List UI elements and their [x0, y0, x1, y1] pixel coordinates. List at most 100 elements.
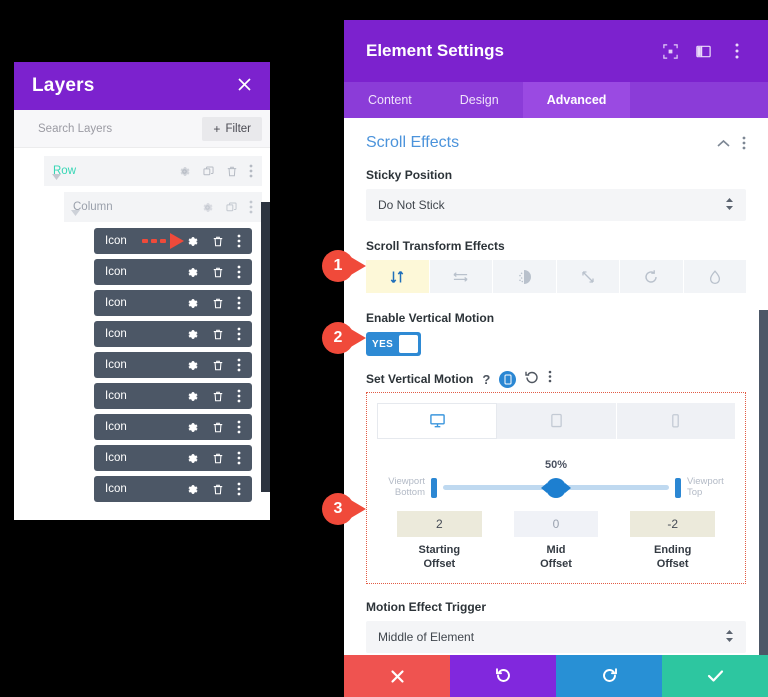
trash-icon[interactable]: [212, 266, 224, 279]
offset-value[interactable]: -2: [630, 510, 716, 537]
tab-content[interactable]: Content: [344, 82, 436, 118]
gear-icon[interactable]: [186, 390, 199, 403]
reset-icon[interactable]: [525, 371, 539, 387]
motion-effect-trigger-label: Motion Effect Trigger: [366, 600, 486, 615]
help-icon[interactable]: ?: [482, 372, 490, 387]
blur-icon[interactable]: [683, 260, 746, 293]
vertical-motion-icon[interactable]: [366, 260, 430, 293]
trash-icon[interactable]: [212, 452, 224, 465]
tab-design[interactable]: Design: [436, 82, 523, 118]
desktop-icon[interactable]: [377, 403, 498, 439]
slider-track[interactable]: [443, 477, 669, 498]
slider-handle[interactable]: [541, 477, 571, 498]
layer-item[interactable]: Icon: [94, 228, 252, 254]
settings-action-bar: [344, 655, 768, 697]
more-vertical-icon[interactable]: [249, 200, 253, 214]
close-icon[interactable]: [237, 77, 252, 95]
enable-vertical-motion-toggle[interactable]: YES: [366, 332, 421, 356]
more-vertical-icon[interactable]: [237, 327, 241, 341]
layer-item[interactable]: Icon: [94, 476, 252, 502]
trash-icon[interactable]: [212, 390, 224, 403]
horizontal-motion-icon[interactable]: [429, 260, 493, 293]
gear-icon[interactable]: [201, 201, 214, 214]
more-vertical-icon[interactable]: [237, 358, 241, 372]
trash-icon[interactable]: [212, 235, 224, 248]
tree-row-row[interactable]: Row: [44, 156, 262, 186]
offset-caption: Ending Offset: [654, 543, 692, 571]
gear-icon[interactable]: [186, 266, 199, 279]
layer-item-label: Icon: [105, 452, 127, 464]
save-button[interactable]: [662, 655, 768, 697]
scroll-transform-effects-row: [366, 260, 746, 293]
layer-item[interactable]: Icon: [94, 445, 252, 471]
annotation-arrow: [142, 233, 184, 249]
slider-thumb[interactable]: [546, 477, 566, 498]
more-vertical-icon[interactable]: [237, 451, 241, 465]
duplicate-icon[interactable]: [202, 165, 215, 178]
gear-icon[interactable]: [178, 165, 191, 178]
ending-offset-field[interactable]: -2 Ending Offset: [614, 510, 731, 572]
sticky-position-select[interactable]: Do Not Stick: [366, 189, 746, 221]
chevron-up-icon[interactable]: [717, 139, 730, 148]
offset-value[interactable]: 2: [397, 510, 482, 537]
settings-scrollbar[interactable]: [759, 310, 768, 660]
layer-item[interactable]: Icon: [94, 414, 252, 440]
fade-in-out-icon[interactable]: [493, 260, 557, 293]
starting-offset-field[interactable]: 2 Starting Offset: [381, 510, 498, 572]
more-vertical-icon[interactable]: [742, 136, 746, 150]
duplicate-icon[interactable]: [225, 201, 238, 214]
callout-pointer: [344, 325, 366, 351]
filter-button[interactable]: + Filter: [202, 116, 262, 141]
offset-value[interactable]: 0: [513, 510, 599, 537]
gear-icon[interactable]: [186, 421, 199, 434]
gear-icon[interactable]: [186, 328, 199, 341]
slider-track-row: Viewport Bottom Viewport Top: [381, 476, 731, 499]
panel-layout-icon[interactable]: [694, 42, 713, 61]
trash-icon[interactable]: [226, 165, 238, 178]
cancel-button[interactable]: [344, 655, 450, 697]
layers-scrollbar[interactable]: [261, 202, 270, 492]
trash-icon[interactable]: [212, 297, 224, 310]
phone-icon[interactable]: [616, 403, 735, 439]
chevron-down-icon-row[interactable]: [52, 167, 61, 185]
layer-item-actions: [186, 389, 241, 403]
layer-item[interactable]: Icon: [94, 352, 252, 378]
trash-icon[interactable]: [212, 328, 224, 341]
more-vertical-icon[interactable]: [249, 164, 253, 178]
layer-item[interactable]: Icon: [94, 290, 252, 316]
trash-icon[interactable]: [212, 483, 224, 496]
tablet-icon[interactable]: [497, 403, 617, 439]
undo-button[interactable]: [450, 655, 556, 697]
motion-effect-trigger-select[interactable]: Middle of Element: [366, 621, 746, 654]
trash-icon[interactable]: [212, 359, 224, 372]
layer-item[interactable]: Icon: [94, 321, 252, 347]
more-vertical-icon[interactable]: [237, 420, 241, 434]
gear-icon[interactable]: [186, 452, 199, 465]
gear-icon[interactable]: [186, 297, 199, 310]
gear-icon[interactable]: [186, 235, 199, 248]
gear-icon[interactable]: [186, 483, 199, 496]
more-vertical-icon[interactable]: [237, 482, 241, 496]
tree-row-column[interactable]: Column: [64, 192, 262, 222]
tab-advanced[interactable]: Advanced: [522, 82, 631, 118]
scaling-up-down-icon[interactable]: [556, 260, 620, 293]
expand-icon[interactable]: [661, 42, 680, 61]
mid-offset-field[interactable]: 0 Mid Offset: [498, 510, 615, 572]
chevron-down-icon-column[interactable]: [71, 203, 80, 221]
gear-icon[interactable]: [186, 359, 199, 372]
more-vertical-icon[interactable]: [237, 296, 241, 310]
trash-icon[interactable]: [212, 421, 224, 434]
more-vertical-icon[interactable]: [548, 370, 552, 388]
responsive-device-icon[interactable]: [499, 370, 517, 388]
more-vertical-icon[interactable]: [237, 265, 241, 279]
layer-item[interactable]: Icon: [94, 259, 252, 285]
slider-arrow-right-icon: [565, 482, 571, 493]
more-vertical-icon[interactable]: [237, 234, 241, 248]
more-vertical-icon[interactable]: [237, 389, 241, 403]
search-input[interactable]: Search Layers: [38, 123, 112, 135]
redo-button[interactable]: [556, 655, 662, 697]
rotating-icon[interactable]: [620, 260, 684, 293]
layer-item[interactable]: Icon: [94, 383, 252, 409]
layer-item-actions: [186, 327, 241, 341]
more-vertical-icon[interactable]: [727, 42, 746, 61]
